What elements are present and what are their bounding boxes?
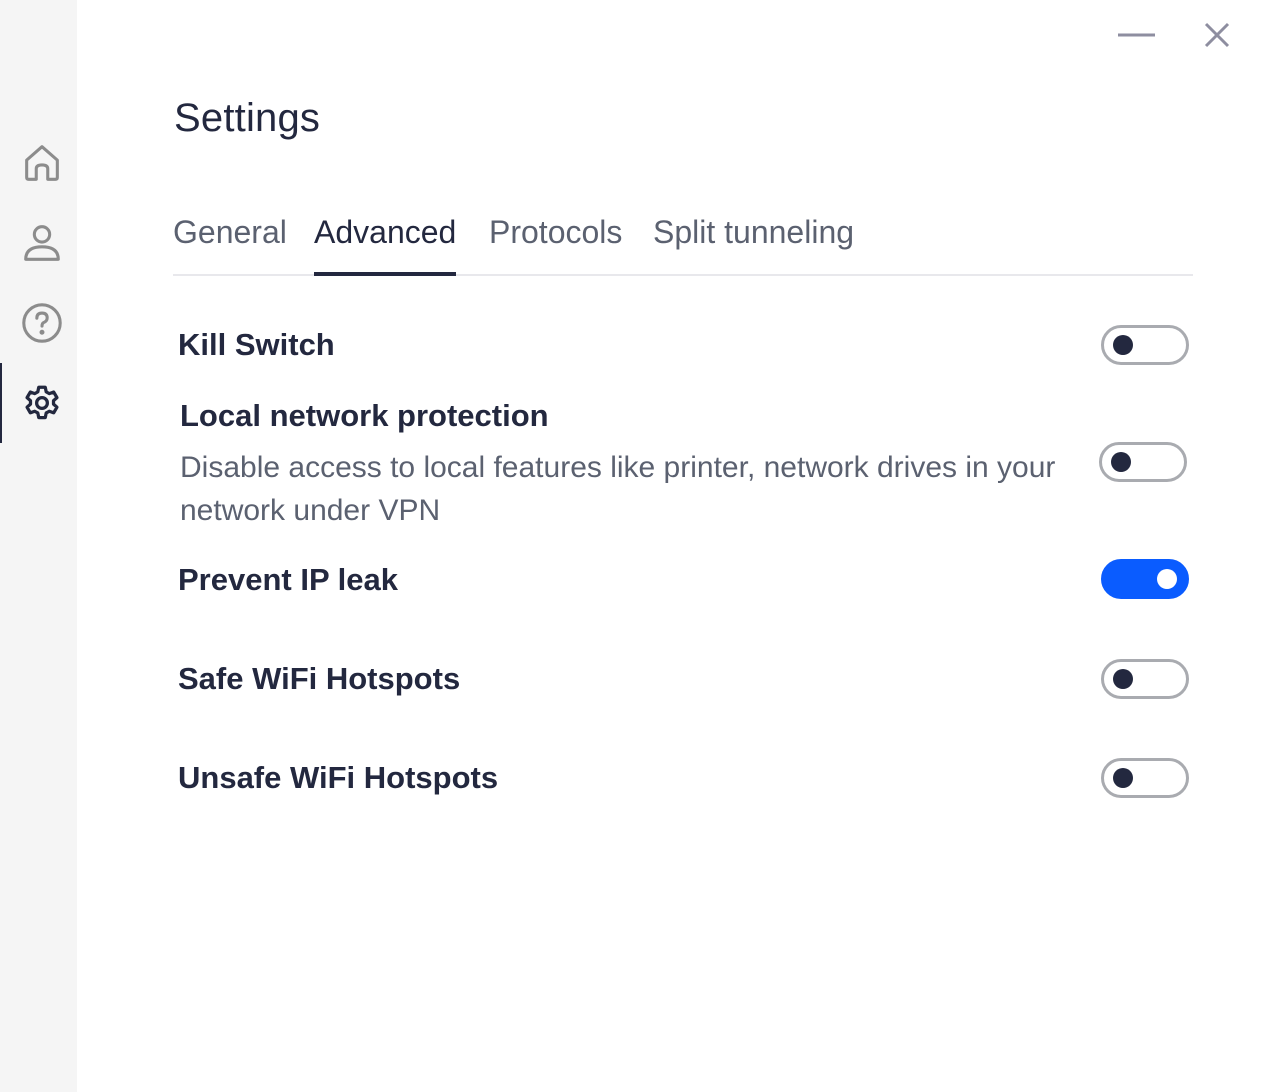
tab-advanced[interactable]: Advanced (314, 206, 457, 276)
close-icon (1204, 22, 1230, 48)
sidebar-item-account[interactable] (0, 203, 77, 283)
minimize-button[interactable] (1117, 15, 1157, 55)
kill-switch-toggle[interactable] (1101, 325, 1189, 365)
gear-icon (24, 385, 59, 420)
tab-general[interactable]: General (173, 206, 287, 274)
tab-protocols[interactable]: Protocols (489, 206, 622, 274)
local-network-protection-description: Disable access to local features like pr… (180, 451, 1056, 527)
sidebar-item-home[interactable] (0, 123, 77, 203)
unsafe-wifi-hotspots-label: Unsafe WiFi Hotspots (178, 760, 499, 795)
user-icon (23, 225, 60, 261)
settings-tabs: General Advanced Protocols Split tunneli… (173, 206, 1193, 276)
safe-wifi-hotspots-label: Safe WiFi Hotspots (178, 661, 461, 696)
prevent-ip-leak-label: Prevent IP leak (178, 562, 399, 597)
sidebar-item-help[interactable] (0, 283, 77, 363)
kill-switch-label: Kill Switch (178, 327, 335, 362)
close-button[interactable] (1197, 15, 1237, 55)
page-title: Settings (174, 96, 321, 140)
help-icon (21, 303, 62, 343)
toggle-knob (1113, 768, 1133, 788)
local-network-protection-label: Local network protection (180, 398, 549, 433)
home-icon (24, 145, 59, 181)
sidebar-item-settings[interactable] (0, 363, 77, 443)
safe-wifi-hotspots-toggle[interactable] (1101, 659, 1189, 699)
toggle-knob (1113, 335, 1133, 355)
minimize-icon (1118, 33, 1155, 37)
toggle-knob (1113, 669, 1133, 689)
tab-split-tunneling[interactable]: Split tunneling (653, 206, 854, 274)
local-network-protection-toggle[interactable] (1099, 442, 1187, 482)
prevent-ip-leak-toggle[interactable] (1101, 559, 1189, 599)
unsafe-wifi-hotspots-toggle[interactable] (1101, 758, 1189, 798)
sidebar (0, 0, 77, 1092)
toggle-knob (1111, 452, 1131, 472)
toggle-knob (1157, 569, 1177, 589)
